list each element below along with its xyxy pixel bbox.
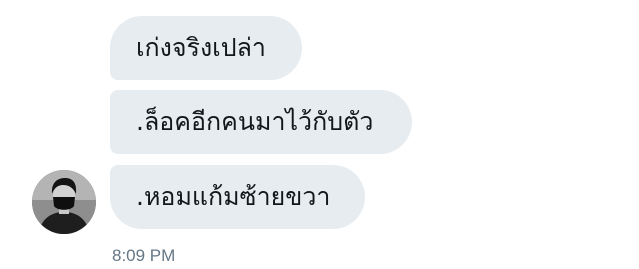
message-bubble[interactable]: เก่งจริงเปล่า [110, 16, 302, 80]
sender-avatar[interactable] [32, 170, 96, 234]
message-timestamp: 8:09 PM [112, 246, 176, 265]
message-bubble[interactable]: .ล็อคอีกคนมาไว้กับตัว [110, 90, 412, 154]
message-bubble[interactable]: .หอมแก้มซ้ายขวา [110, 165, 365, 229]
user-avatar-icon [32, 170, 96, 234]
